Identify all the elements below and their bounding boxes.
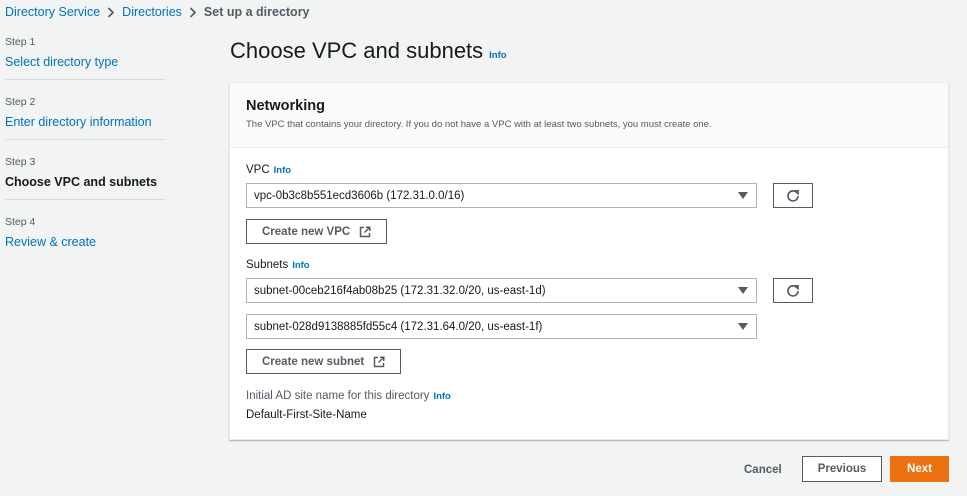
site-name-label: Initial AD site name for this directory … (246, 390, 451, 402)
caret-down-icon (738, 287, 748, 294)
cancel-button[interactable]: Cancel (730, 457, 796, 482)
panel-title: Networking (246, 98, 325, 114)
caret-down-icon (738, 323, 748, 330)
wizard-step-1: Step 1 Select directory type (5, 36, 165, 96)
panel-description: The VPC that contains your directory. If… (246, 119, 712, 130)
step-number: Step 2 (5, 96, 36, 108)
subnet-2-value: subnet-028d9138885fd55c4 (172.31.64.0/20… (254, 320, 543, 333)
vpc-info-link[interactable]: Info (274, 165, 291, 176)
vpc-label: VPC Info (246, 164, 291, 176)
vpc-refresh-button[interactable] (773, 183, 813, 208)
step-link-enter-directory-information[interactable]: Enter directory information (5, 115, 165, 129)
breadcrumb-directories[interactable]: Directories (122, 5, 182, 19)
step-number: Step 3 (5, 156, 36, 168)
site-name-label-text: Initial AD site name for this directory (246, 390, 430, 402)
subnets-label-text: Subnets (246, 259, 289, 271)
refresh-icon (787, 189, 799, 202)
step-number: Step 1 (5, 36, 36, 48)
step-link-select-directory-type[interactable]: Select directory type (5, 55, 165, 69)
external-link-icon (359, 225, 371, 237)
wizard-step-2: Step 2 Enter directory information (5, 96, 165, 156)
step-link-review-create[interactable]: Review & create (5, 235, 165, 249)
caret-down-icon (738, 192, 748, 199)
wizard-steps: Step 1 Select directory type Step 2 Ente… (5, 36, 165, 276)
vpc-label-text: VPC (246, 164, 270, 176)
step-number: Step 4 (5, 216, 36, 228)
create-subnet-button[interactable]: Create new subnet (246, 349, 402, 374)
divider (5, 199, 165, 200)
vpc-select[interactable]: vpc-0b3c8b551ecd3606b (172.31.0.0/16) (246, 183, 757, 208)
breadcrumb-current: Set up a directory (203, 5, 310, 19)
subnets-label: Subnets Info (246, 259, 310, 271)
external-link-icon (374, 355, 385, 367)
panel-header: Networking The VPC that contains your di… (230, 83, 948, 148)
subnets-info-link[interactable]: Info (292, 260, 309, 271)
divider (5, 79, 165, 80)
subnet-1-value: subnet-00ceb216f4ab08b25 (172.31.32.0/20… (254, 284, 546, 297)
refresh-icon (787, 284, 799, 297)
subnet-1-select[interactable]: subnet-00ceb216f4ab08b25 (172.31.32.0/20… (246, 278, 757, 303)
wizard-step-4: Step 4 Review & create (5, 216, 165, 276)
page-header: Choose VPC and subnets Info (230, 38, 507, 64)
chevron-right-icon (100, 6, 122, 18)
site-name-info-link[interactable]: Info (433, 391, 450, 402)
networking-panel: Networking The VPC that contains your di… (229, 82, 949, 440)
breadcrumb: Directory Service Directories Set up a d… (5, 4, 310, 20)
chevron-right-icon (182, 6, 204, 18)
wizard-step-3: Step 3 Choose VPC and subnets (5, 156, 165, 216)
next-button[interactable]: Next (890, 456, 949, 482)
divider (5, 139, 165, 140)
subnets-refresh-button[interactable] (773, 278, 813, 303)
breadcrumb-directory-service[interactable]: Directory Service (5, 5, 100, 19)
subnet-2-select[interactable]: subnet-028d9138885fd55c4 (172.31.64.0/20… (246, 314, 757, 339)
create-subnet-label: Create new subnet (262, 355, 365, 368)
previous-button[interactable]: Previous (802, 456, 882, 482)
step-current-choose-vpc: Choose VPC and subnets (5, 175, 158, 189)
site-name-value: Default-First-Site-Name (246, 409, 367, 421)
create-vpc-label: Create new VPC (262, 225, 351, 238)
create-vpc-button[interactable]: Create new VPC (246, 219, 388, 244)
page-title: Choose VPC and subnets (230, 38, 484, 63)
vpc-select-value: vpc-0b3c8b551ecd3606b (172.31.0.0/16) (254, 189, 465, 202)
setup-directory-page: Directory Service Directories Set up a d… (0, 0, 967, 496)
page-info-link[interactable]: Info (489, 50, 506, 61)
